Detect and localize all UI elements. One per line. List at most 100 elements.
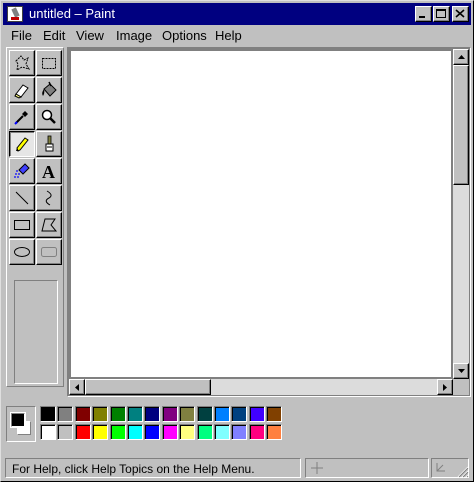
line-icon: [15, 191, 29, 205]
menu-file[interactable]: File: [11, 28, 32, 43]
ellipse-icon: [14, 247, 30, 257]
brush-icon: [45, 135, 54, 152]
palette-swatch[interactable]: [161, 406, 178, 422]
rectangle-select-icon: [42, 58, 56, 69]
vertical-scroll-thumb[interactable]: [453, 65, 469, 185]
palette-swatch[interactable]: [57, 424, 74, 440]
crosshair-icon: [311, 462, 323, 474]
arrow-down-icon: [458, 369, 465, 373]
tool-eraser[interactable]: [9, 77, 35, 103]
palette-swatch[interactable]: [231, 424, 248, 440]
palette-swatch[interactable]: [179, 406, 196, 422]
menu-options[interactable]: Options: [162, 28, 207, 43]
tool-line[interactable]: [9, 185, 35, 211]
foreground-color-swatch: [10, 412, 26, 428]
eraser-icon: [14, 84, 29, 99]
free-form-select-icon: [15, 55, 31, 71]
palette-swatch[interactable]: [214, 424, 230, 440]
curve-icon: [45, 190, 52, 206]
palette-swatch[interactable]: [109, 406, 126, 422]
horizontal-scroll-thumb[interactable]: [85, 379, 211, 395]
palette-swatch[interactable]: [144, 424, 161, 440]
menu-edit[interactable]: Edit: [43, 28, 65, 43]
drawing-canvas[interactable]: [71, 51, 451, 377]
palette-swatch[interactable]: [109, 424, 126, 440]
current-colors[interactable]: [6, 406, 36, 442]
paint-window: untitled – Paint File Edit View Image Op…: [0, 0, 474, 482]
palette-swatch[interactable]: [266, 424, 283, 440]
minimize-icon: [419, 16, 425, 18]
palette-swatch[interactable]: [196, 406, 213, 422]
tool-pencil[interactable]: [9, 131, 35, 157]
maximize-button[interactable]: [433, 6, 450, 22]
palette-swatch[interactable]: [248, 424, 265, 440]
palette-swatch[interactable]: [248, 406, 265, 422]
scroll-left-button[interactable]: [69, 379, 85, 395]
palette-swatch[interactable]: [196, 424, 213, 440]
menu-bar: File Edit View Image Options Help: [3, 26, 471, 45]
palette-swatch[interactable]: [127, 424, 143, 440]
tool-rectangle-select[interactable]: [36, 50, 62, 76]
vertical-scrollbar[interactable]: [453, 49, 469, 379]
menu-view[interactable]: View: [76, 28, 104, 43]
palette-swatch[interactable]: [179, 424, 196, 440]
window-title: untitled – Paint: [29, 6, 116, 21]
palette-swatch[interactable]: [231, 406, 248, 422]
palette-swatch[interactable]: [40, 406, 56, 422]
paint-bucket-icon: [42, 81, 57, 97]
toolbox: A: [6, 47, 64, 387]
minimize-button[interactable]: [415, 6, 432, 22]
polygon-icon: [41, 218, 58, 232]
tool-curve[interactable]: [36, 185, 62, 211]
palette-swatch[interactable]: [144, 406, 161, 422]
tool-options-box[interactable]: [14, 280, 58, 384]
palette-swatch[interactable]: [127, 406, 143, 422]
palette-swatch[interactable]: [92, 406, 109, 422]
title-bar[interactable]: untitled – Paint: [3, 3, 471, 25]
close-button[interactable]: [452, 6, 469, 22]
status-help-panel: For Help, click Help Topics on the Help …: [5, 458, 301, 478]
status-position-panel: [305, 458, 429, 478]
pencil-icon: [16, 137, 29, 152]
canvas-viewport: [69, 49, 453, 379]
color-box: [3, 403, 471, 453]
eyedropper-icon: [14, 111, 28, 125]
tool-ellipse[interactable]: [9, 239, 35, 265]
scroll-right-button[interactable]: [437, 379, 453, 395]
horizontal-scrollbar[interactable]: [69, 379, 453, 395]
tool-polygon[interactable]: [36, 212, 62, 238]
scroll-down-button[interactable]: [453, 363, 469, 379]
canvas-area: [67, 47, 471, 397]
close-icon: [455, 9, 465, 18]
palette-swatch[interactable]: [92, 424, 109, 440]
arrow-up-icon: [458, 55, 465, 59]
resize-grip-icon[interactable]: [455, 464, 469, 478]
scroll-corner: [453, 379, 469, 395]
airbrush-icon: [14, 163, 30, 178]
palette-swatch[interactable]: [74, 424, 91, 440]
palette-swatch[interactable]: [266, 406, 283, 422]
magnifier-icon: [41, 109, 56, 124]
tool-brush[interactable]: [36, 131, 62, 157]
palette-swatch[interactable]: [57, 406, 74, 422]
arrow-left-icon: [75, 384, 79, 391]
tool-fill-with-color[interactable]: [36, 77, 62, 103]
tool-free-form-select[interactable]: [9, 50, 35, 76]
palette-swatch[interactable]: [161, 424, 178, 440]
rounded-rectangle-icon: [41, 247, 57, 257]
menu-help[interactable]: Help: [215, 28, 242, 43]
paint-app-icon[interactable]: [7, 6, 23, 22]
tool-rounded-rectangle[interactable]: [36, 239, 62, 265]
arrow-right-icon: [443, 384, 447, 391]
tool-magnifier[interactable]: [36, 104, 62, 130]
tool-text[interactable]: A: [36, 158, 62, 184]
scroll-up-button[interactable]: [453, 49, 469, 65]
palette-swatch[interactable]: [40, 424, 56, 440]
size-arrow-icon: [436, 463, 445, 472]
menu-image[interactable]: Image: [116, 28, 152, 43]
palette-swatch[interactable]: [74, 406, 91, 422]
tool-airbrush[interactable]: [9, 158, 35, 184]
palette-swatch[interactable]: [214, 406, 230, 422]
tool-pick-color[interactable]: [9, 104, 35, 130]
tool-rectangle[interactable]: [9, 212, 35, 238]
